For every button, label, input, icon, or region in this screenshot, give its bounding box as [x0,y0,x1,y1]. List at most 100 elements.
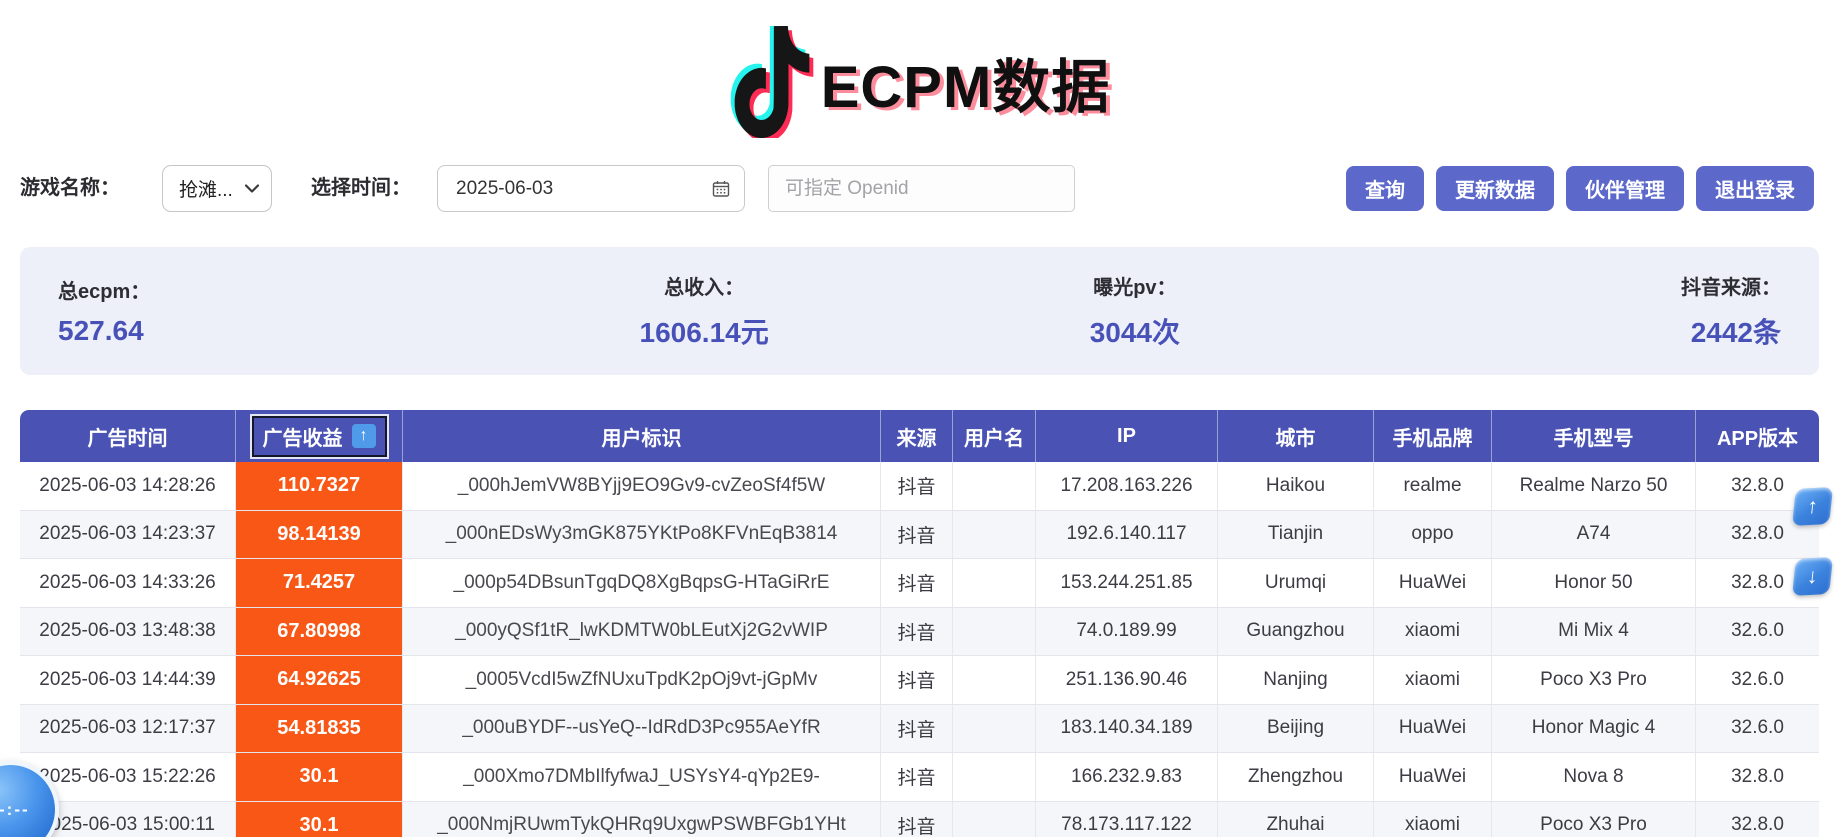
stat-value: 1606.14元 [640,311,769,351]
stat-value: 527.64 [58,315,144,347]
ecpm-dashboard: ECPM数据 游戏名称： 抢滩... 选择时间： 2025-06-03 查询 [0,0,1839,837]
cell-username [953,705,1036,753]
cell-version: 32.8.0 [1696,753,1819,801]
partner-manage-button[interactable]: 伙伴管理 [1566,166,1684,211]
cell-time: 2025-06-03 12:17:37 [20,705,236,753]
cell-time: 2025-06-03 14:28:26 [20,462,236,510]
stat-value: 2442条 [1691,311,1781,351]
cell-ip: 192.6.140.117 [1036,511,1218,559]
refresh-data-button[interactable]: 更新数据 [1436,166,1554,211]
cell-time: 2025-06-03 14:23:37 [20,511,236,559]
cell-version: 32.6.0 [1696,656,1819,704]
cell-revenue: 30.1 [236,753,403,801]
cell-brand: HuaWei [1374,559,1492,607]
cell-revenue: 54.81835 [236,705,403,753]
date-picker-input[interactable]: 2025-06-03 [437,165,745,212]
col-ad-time: 广告时间 [20,410,236,462]
table-row: 2025-06-03 14:33:2671.4257_000p54DBsunTg… [20,559,1819,608]
col-ad-revenue-label: 广告收益 [263,422,343,451]
game-select[interactable]: 抢滩... [162,165,272,212]
cell-openid: _000yQSf1tR_lwKDMTW0bLEutXj2G2vWIP [403,608,881,656]
col-phone-brand: 手机品牌 [1374,410,1492,462]
stat-label: 总收入： [664,271,744,300]
cell-model: Honor 50 [1492,559,1696,607]
page-title: ECPM数据 [821,40,1111,124]
cell-model: A74 [1492,511,1696,559]
cell-source: 抖音 [881,608,953,656]
cell-ip: 17.208.163.226 [1036,462,1218,510]
cell-ip: 153.244.251.85 [1036,559,1218,607]
calendar-icon [712,180,730,198]
game-name-label: 游戏名称： [20,165,120,212]
col-user-id: 用户标识 [403,410,881,462]
cell-city: Beijing [1218,705,1374,753]
col-ad-revenue: 广告收益 ↑ [236,410,403,462]
action-buttons: 查询 更新数据 伙伴管理 退出登录 [1346,166,1814,211]
header: ECPM数据 [0,12,1839,152]
cell-version: 32.6.0 [1696,608,1819,656]
cell-openid: _000p54DBsunTgqDQ8XgBqpsG-HTaGiRrE [403,559,881,607]
table-row: 2025-06-03 15:00:1130.1_000NmjRUwmTykQHR… [20,802,1819,837]
cell-model: Realme Narzo 50 [1492,462,1696,510]
table-row: 2025-06-03 12:17:3754.81835_000uBYDF--us… [20,705,1819,754]
stat-label: 总ecpm： [58,275,150,304]
cell-openid: _000NmjRUwmTykQHRq9UxgwPSWBFGb1YHt [403,802,881,837]
cell-version: 32.6.0 [1696,705,1819,753]
cell-source: 抖音 [881,802,953,837]
stat-exposure-pv: 曝光pv： 3044次 [920,247,1351,375]
cell-time: 2025-06-03 14:33:26 [20,559,236,607]
cell-brand: realme [1374,462,1492,510]
cell-source: 抖音 [881,656,953,704]
cell-username [953,559,1036,607]
cell-city: Guangzhou [1218,608,1374,656]
scroll-to-bottom-button[interactable]: ↓ [1792,557,1833,596]
cell-username [953,802,1036,837]
cell-brand: xiaomi [1374,802,1492,837]
stat-label: 抖音来源： [1681,271,1781,300]
cell-brand: xiaomi [1374,656,1492,704]
cell-username [953,608,1036,656]
cell-model: Honor Magic 4 [1492,705,1696,753]
query-button[interactable]: 查询 [1346,166,1424,211]
col-app-version: APP版本 [1696,410,1819,462]
cell-source: 抖音 [881,705,953,753]
table-row: 2025-06-03 14:23:3798.14139_000nEDsWy3mG… [20,511,1819,560]
stat-value: 3044次 [1090,311,1180,351]
cell-source: 抖音 [881,462,953,510]
cell-openid: _000nEDsWy3mGK875YKtPo8KFVnEqB3814 [403,511,881,559]
col-phone-model: 手机型号 [1492,410,1696,462]
cell-ip: 74.0.189.99 [1036,608,1218,656]
stat-total-ecpm: 总ecpm： 527.64 [20,247,489,375]
table-row: 2025-06-03 14:28:26110.7327_000hJemVW8BY… [20,462,1819,511]
cell-brand: HuaWei [1374,753,1492,801]
cell-source: 抖音 [881,559,953,607]
table-header-row: 广告时间 广告收益 ↑ 用户标识 来源 用户名 IP 城市 手机品牌 手机型号 … [20,410,1819,462]
game-select-value: 抢滩... [179,175,233,202]
stat-douyin-source: 抖音来源： 2442条 [1350,247,1819,375]
table-row: 2025-06-03 13:48:3867.80998_000yQSf1tR_l… [20,608,1819,657]
cell-city: Zhuhai [1218,802,1374,837]
cell-ip: 251.136.90.46 [1036,656,1218,704]
cell-model: Poco X3 Pro [1492,656,1696,704]
cell-ip: 166.232.9.83 [1036,753,1218,801]
cell-openid: _0005VcdI5wZfNUxuTpdK2pOj9vt-jGpMv [403,656,881,704]
table-row: 2025-06-03 14:44:3964.92625_0005VcdI5wZf… [20,656,1819,705]
chevron-down-icon [245,184,259,193]
openid-input[interactable] [768,165,1075,212]
scroll-to-top-button[interactable]: ↑ [1792,487,1833,526]
logout-button[interactable]: 退出登录 [1696,166,1814,211]
col-source: 来源 [881,410,953,462]
cell-brand: xiaomi [1374,608,1492,656]
cell-city: Haikou [1218,462,1374,510]
cell-openid: _000uBYDF--usYeQ--IdRdD3Pc955AeYfR [403,705,881,753]
col-city: 城市 [1218,410,1374,462]
stat-label: 曝光pv： [1093,271,1176,300]
cell-revenue: 67.80998 [236,608,403,656]
cell-username [953,753,1036,801]
cell-username [953,462,1036,510]
cell-ip: 78.173.117.122 [1036,802,1218,837]
cell-revenue: 64.92625 [236,656,403,704]
revenue-sort-button[interactable]: 广告收益 ↑ [252,416,387,457]
cell-openid: _000Xmo7DMbIlfyfwaJ_USYsY4-qYp2E9- [403,753,881,801]
table-row: 2025-06-03 15:22:2630.1_000Xmo7DMbIlfyfw… [20,753,1819,802]
